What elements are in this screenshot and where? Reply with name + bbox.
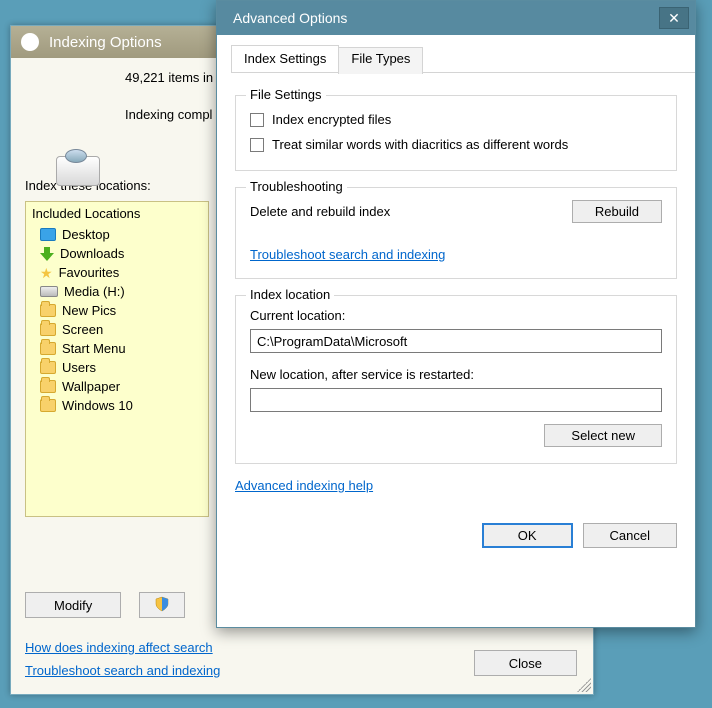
list-item[interactable]: Media (H:) <box>26 282 208 301</box>
advanced-button[interactable] <box>139 592 185 618</box>
folder-icon <box>40 361 56 374</box>
index-location-group: Index location Current location: New loc… <box>235 295 677 464</box>
index-encrypted-checkbox[interactable] <box>250 113 264 127</box>
list-item[interactable]: Wallpaper <box>26 377 208 396</box>
included-locations-header: Included Locations <box>26 202 208 225</box>
new-location-field[interactable] <box>250 388 662 412</box>
troubleshooting-group: Troubleshooting Delete and rebuild index… <box>235 187 677 279</box>
drive-icon <box>56 156 100 186</box>
new-location-label: New location, after service is restarted… <box>250 367 662 382</box>
advanced-indexing-help-link[interactable]: Advanced indexing help <box>235 478 373 493</box>
troubleshooting-legend: Troubleshooting <box>246 179 347 194</box>
cancel-button[interactable]: Cancel <box>583 523 677 548</box>
index-location-legend: Index location <box>246 287 334 302</box>
tab-file-types[interactable]: File Types <box>338 47 423 74</box>
close-icon[interactable]: ✕ <box>659 7 689 29</box>
list-item[interactable]: Windows 10 <box>26 396 208 415</box>
select-new-button[interactable]: Select new <box>544 424 662 447</box>
indexing-title: Indexing Options <box>49 34 162 51</box>
how-indexing-affects-link[interactable]: How does indexing affect search <box>25 640 220 655</box>
list-item[interactable]: Start Menu <box>26 339 208 358</box>
list-item[interactable]: Users <box>26 358 208 377</box>
included-locations-listbox[interactable]: Included Locations Desktop Downloads ★ Favo… <box>25 201 209 517</box>
desktop-icon <box>40 228 56 241</box>
file-settings-legend: File Settings <box>246 87 326 102</box>
file-settings-group: File Settings Index encrypted files Trea… <box>235 95 677 171</box>
list-item-label: Wallpaper <box>62 379 120 394</box>
indexing-options-icon <box>21 33 39 51</box>
folder-icon <box>40 304 56 317</box>
advanced-options-dialog: Advanced Options ✕ Index Settings File T… <box>216 0 696 628</box>
list-item[interactable]: ★ Favourites <box>26 263 208 282</box>
rebuild-button[interactable]: Rebuild <box>572 200 662 223</box>
diacritics-checkbox[interactable] <box>250 138 264 152</box>
list-item[interactable]: New Pics <box>26 301 208 320</box>
list-item[interactable]: Downloads <box>26 244 208 263</box>
list-item-label: Favourites <box>59 265 120 280</box>
delete-rebuild-label: Delete and rebuild index <box>250 204 390 219</box>
troubleshoot-link-bg[interactable]: Troubleshoot search and indexing <box>25 663 220 678</box>
folder-icon <box>40 399 56 412</box>
folder-icon <box>40 323 56 336</box>
list-item-label: Start Menu <box>62 341 126 356</box>
advanced-titlebar[interactable]: Advanced Options ✕ <box>217 1 695 35</box>
list-item-label: Downloads <box>60 246 124 261</box>
advanced-title: Advanced Options <box>233 10 347 26</box>
list-item-label: Desktop <box>62 227 110 242</box>
list-item[interactable]: Screen <box>26 320 208 339</box>
tab-index-settings[interactable]: Index Settings <box>231 45 339 72</box>
list-item[interactable]: Desktop <box>26 225 208 244</box>
troubleshoot-link[interactable]: Troubleshoot search and indexing <box>250 247 445 262</box>
list-item-label: Users <box>62 360 96 375</box>
list-item-label: Screen <box>62 322 103 337</box>
close-button[interactable]: Close <box>474 650 577 676</box>
star-icon: ★ <box>40 266 53 280</box>
list-item-label: Windows 10 <box>62 398 133 413</box>
current-location-field[interactable] <box>250 329 662 353</box>
list-item-label: Media (H:) <box>64 284 125 299</box>
folder-icon <box>40 380 56 393</box>
current-location-label: Current location: <box>250 308 662 323</box>
drive-icon <box>40 286 58 297</box>
diacritics-label: Treat similar words with diacritics as d… <box>272 137 568 152</box>
list-item-label: New Pics <box>62 303 116 318</box>
resize-grip[interactable] <box>577 678 591 692</box>
tab-strip: Index Settings File Types <box>231 45 695 73</box>
index-encrypted-label: Index encrypted files <box>272 112 391 127</box>
modify-button[interactable]: Modify <box>25 592 121 618</box>
download-icon <box>40 247 54 261</box>
folder-icon <box>40 342 56 355</box>
shield-icon <box>154 596 170 612</box>
ok-button[interactable]: OK <box>482 523 573 548</box>
